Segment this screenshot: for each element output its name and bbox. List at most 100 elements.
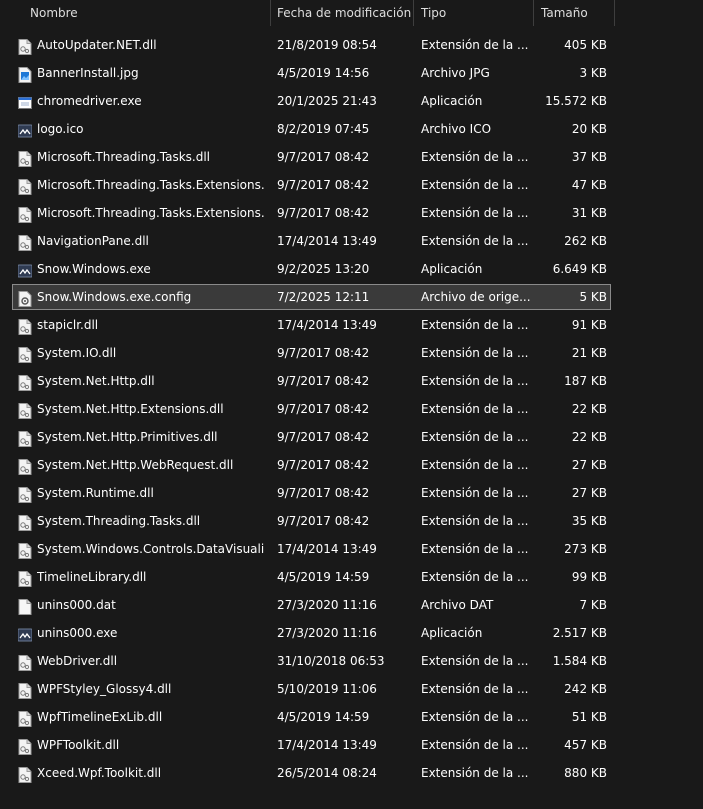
file-modified-date: 26/5/2014 08:24 (277, 766, 377, 780)
file-modified-date: 27/3/2020 11:16 (277, 626, 377, 640)
file-row[interactable]: WebDriver.dll 31/10/2018 06:53 Extensión d… (0, 647, 703, 675)
dll-file-icon (18, 653, 32, 671)
file-row[interactable]: chromedriver.exe 20/1/2025 21:43 Aplicació… (0, 87, 703, 115)
file-row[interactable]: System.Net.Http.WebRequest.dll 9/7/2017 0… (0, 451, 703, 479)
file-type: Extensión de la ... (421, 346, 529, 360)
dll-file-icon (18, 233, 32, 251)
dll-file-icon (18, 485, 32, 503)
file-row[interactable]: System.Threading.Tasks.dll 9/7/2017 08:42… (0, 507, 703, 535)
dll-file-icon (18, 457, 32, 475)
file-modified-date: 8/2/2019 07:45 (277, 122, 370, 136)
file-modified-date: 9/7/2017 08:42 (277, 514, 370, 528)
file-type: Extensión de la ... (421, 486, 529, 500)
column-divider[interactable] (614, 0, 615, 26)
dll-file-icon (18, 149, 32, 167)
dll-file-icon (18, 317, 32, 335)
application-icon (18, 93, 32, 109)
file-name: stapiclr.dll (37, 318, 99, 332)
file-name: AutoUpdater.NET.dll (37, 38, 157, 52)
column-divider[interactable] (413, 0, 414, 26)
file-row[interactable]: logo.ico 8/2/2019 07:45 Archivo ICO 20 KB (0, 115, 703, 143)
file-modified-date: 17/4/2014 13:49 (277, 234, 377, 248)
file-row[interactable]: TimelineLibrary.dll 4/5/2019 14:59 Extensi… (0, 563, 703, 591)
file-type: Extensión de la ... (421, 234, 529, 248)
file-row[interactable]: unins000.exe 27/3/2020 11:16 Aplicación 2.5… (0, 619, 703, 647)
file-row[interactable]: WPFToolkit.dll 17/4/2014 13:49 Extensión d… (0, 731, 703, 759)
file-modified-date: 9/7/2017 08:42 (277, 458, 370, 472)
column-header-size[interactable]: Tamaño (541, 0, 588, 26)
file-size: 31 KB (571, 206, 607, 220)
snow-logo-icon (17, 261, 33, 278)
column-divider[interactable] (270, 0, 271, 26)
file-modified-date: 9/7/2017 08:42 (277, 178, 370, 192)
blank-file-icon (18, 597, 32, 615)
file-row[interactable]: stapiclr.dll 17/4/2014 13:49 Extensión de … (0, 311, 703, 339)
file-name: System.Net.Http.Primitives.dll (37, 430, 218, 444)
file-row[interactable]: NavigationPane.dll 17/4/2014 13:49 Extensi… (0, 227, 703, 255)
file-modified-date: 9/7/2017 08:42 (277, 486, 370, 500)
file-modified-date: 31/10/2018 06:53 (277, 654, 385, 668)
file-name: logo.ico (37, 122, 84, 136)
sort-ascending-icon: ^ (142, 0, 150, 5)
file-type: Extensión de la ... (421, 150, 529, 164)
file-row[interactable]: WpfTimelineExLib.dll 4/5/2019 14:59 Extens… (0, 703, 703, 731)
file-size: 35 KB (571, 514, 607, 528)
column-header-type[interactable]: Tipo (421, 0, 446, 26)
file-type: Extensión de la ... (421, 766, 529, 780)
file-row[interactable]: System.Windows.Controls.DataVisuali... 17… (0, 535, 703, 563)
file-row[interactable]: unins000.dat 27/3/2020 11:16 Archivo DAT 7 … (0, 591, 703, 619)
dll-file-icon (18, 373, 32, 391)
file-row[interactable]: System.Net.Http.Extensions.dll 9/7/2017 0… (0, 395, 703, 423)
file-modified-date: 9/7/2017 08:42 (277, 206, 370, 220)
file-name: WpfTimelineExLib.dll (37, 710, 163, 724)
file-name: BannerInstall.jpg (37, 66, 139, 80)
file-row[interactable]: Xceed.Wpf.Toolkit.dll 26/5/2014 08:24 Exte… (0, 759, 703, 787)
file-type: Extensión de la ... (421, 738, 529, 752)
file-size: 187 KB (564, 374, 607, 388)
file-modified-date: 4/5/2019 14:59 (277, 570, 370, 584)
dll-file-icon (18, 737, 32, 755)
file-type: Aplicación (421, 94, 483, 108)
file-row[interactable]: System.IO.dll 9/7/2017 08:42 Extensión de … (0, 339, 703, 367)
file-type: Archivo ICO (421, 122, 492, 136)
file-size: 3 KB (579, 66, 607, 80)
file-name: System.Runtime.dll (37, 486, 154, 500)
dll-file-icon (18, 681, 32, 699)
file-row[interactable]: Microsoft.Threading.Tasks.Extensions... 9… (0, 199, 703, 227)
file-size: 22 KB (571, 430, 607, 444)
file-size: 20 KB (571, 122, 607, 136)
file-row[interactable]: Microsoft.Threading.Tasks.dll 9/7/2017 08… (0, 143, 703, 171)
config-file-icon (18, 289, 32, 307)
dll-file-icon (18, 541, 32, 559)
file-row[interactable]: System.Net.Http.Primitives.dll 9/7/2017 0… (0, 423, 703, 451)
file-row[interactable]: System.Runtime.dll 9/7/2017 08:42 Extensió… (0, 479, 703, 507)
file-modified-date: 9/2/2025 13:20 (277, 262, 370, 276)
file-type: Extensión de la ... (421, 430, 529, 444)
dll-file-icon (18, 513, 32, 531)
column-header-name[interactable]: Nombre (30, 0, 78, 26)
column-divider[interactable] (533, 0, 534, 26)
dll-file-icon (18, 709, 32, 727)
file-row[interactable]: BannerInstall.jpg 4/5/2019 14:56 Archivo J… (0, 59, 703, 87)
file-type: Extensión de la ... (421, 402, 529, 416)
file-type: Extensión de la ... (421, 514, 529, 528)
file-row[interactable]: AutoUpdater.NET.dll 21/8/2019 08:54 Extens… (0, 31, 703, 59)
file-modified-date: 20/1/2025 21:43 (277, 94, 377, 108)
file-modified-date: 17/4/2014 13:49 (277, 542, 377, 556)
file-modified-date: 9/7/2017 08:42 (277, 346, 370, 360)
file-modified-date: 9/7/2017 08:42 (277, 374, 370, 388)
column-header-modified[interactable]: Fecha de modificación (277, 0, 411, 26)
file-type: Extensión de la ... (421, 542, 529, 556)
file-row[interactable]: System.Net.Http.dll 9/7/2017 08:42 Extensi… (0, 367, 703, 395)
file-row[interactable]: Microsoft.Threading.Tasks.Extensions... 9… (0, 171, 703, 199)
file-row[interactable]: WPFStyley_Glossy4.dll 5/10/2019 11:06 Exte… (0, 675, 703, 703)
file-name: System.Windows.Controls.DataVisuali... (37, 542, 265, 556)
file-size: 262 KB (564, 234, 607, 248)
file-size: 6.649 KB (552, 262, 607, 276)
file-size: 37 KB (571, 150, 607, 164)
file-row[interactable]: Snow.Windows.exe 9/2/2025 13:20 Aplicación… (0, 255, 703, 283)
file-modified-date: 9/7/2017 08:42 (277, 402, 370, 416)
dll-file-icon (18, 345, 32, 363)
file-row[interactable]: Snow.Windows.exe.config 7/2/2025 12:11 Arc… (0, 283, 703, 311)
file-size: 457 KB (564, 738, 607, 752)
